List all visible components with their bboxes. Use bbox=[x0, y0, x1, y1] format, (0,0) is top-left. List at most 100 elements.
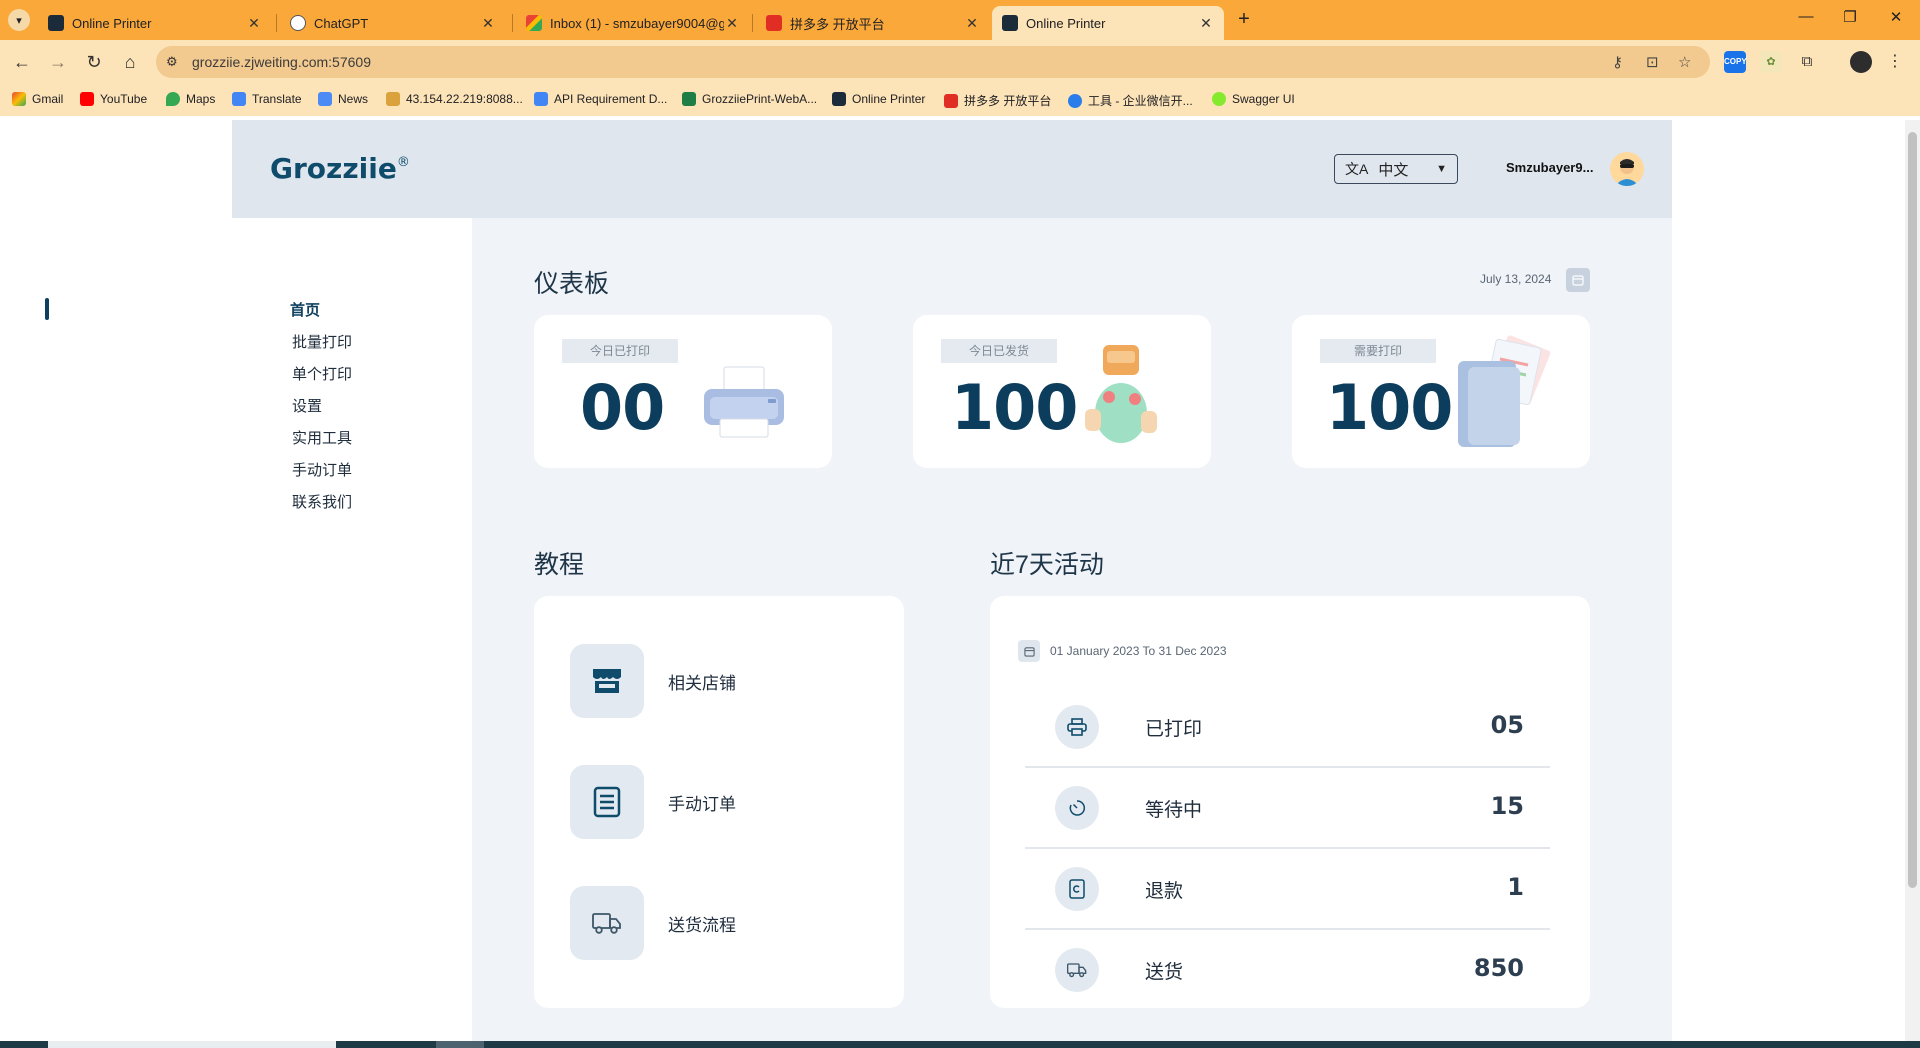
close-icon[interactable]: ✕ bbox=[246, 15, 262, 32]
bookmark-grozziieprint[interactable]: GrozziiePrint-WebA... bbox=[682, 92, 817, 106]
sidebar-item-contact[interactable]: 联系我们 bbox=[292, 491, 352, 512]
extensions-puzzle-icon[interactable]: ⧉ bbox=[1796, 51, 1818, 73]
close-icon[interactable]: ✕ bbox=[724, 15, 740, 32]
stat-label: 今日已打印 bbox=[562, 339, 678, 363]
user-name[interactable]: Smzubayer9... bbox=[1506, 160, 1593, 175]
folder-documents-illustration-icon bbox=[1458, 335, 1551, 447]
extension-icon[interactable]: ✿ bbox=[1760, 51, 1782, 73]
close-icon[interactable]: ✕ bbox=[964, 15, 980, 32]
gmail-favicon-icon bbox=[526, 15, 542, 31]
page-scrollbar-thumb[interactable] bbox=[1908, 132, 1917, 888]
activity-row-refund[interactable]: 退款 1 bbox=[1025, 849, 1550, 930]
pinduoduo-favicon-icon bbox=[766, 15, 782, 31]
taskbar-search-box[interactable] bbox=[48, 1041, 336, 1048]
tab-search-button[interactable]: ▾ bbox=[8, 9, 30, 31]
wecom-icon bbox=[1068, 93, 1082, 108]
forward-button[interactable]: → bbox=[46, 50, 70, 74]
maps-icon bbox=[166, 92, 180, 106]
bookmark-label: Gmail bbox=[32, 92, 64, 106]
bookmark-label: 拼多多 开放平台 bbox=[964, 94, 1052, 108]
close-icon[interactable]: ✕ bbox=[1198, 15, 1214, 32]
bookmarks-bar: Gmail YouTube Maps Translate News 43.154… bbox=[0, 84, 1920, 116]
stat-card-printed-today[interactable]: 今日已打印 00 bbox=[534, 315, 832, 468]
bookmark-news[interactable]: News bbox=[318, 92, 368, 106]
activity-card: 01 January 2023 To 31 Dec 2023 已打印 05 等待… bbox=[990, 596, 1590, 1008]
activity-label: 退款 bbox=[1145, 881, 1184, 902]
new-tab-button[interactable]: + bbox=[1232, 8, 1256, 32]
activity-row-waiting[interactable]: 等待中 15 bbox=[1025, 768, 1550, 849]
user-avatar-icon bbox=[1615, 159, 1639, 186]
browser-tab-chatgpt[interactable]: ChatGPT ✕ bbox=[280, 6, 506, 40]
sidebar-item-tools[interactable]: 实用工具 bbox=[292, 427, 352, 448]
tutorial-item-manual-order[interactable]: 手动订单 bbox=[570, 765, 736, 839]
url-text[interactable]: grozziie.zjweiting.com:57609 bbox=[192, 54, 371, 70]
sidebar-item-home[interactable]: 首页 bbox=[290, 299, 320, 320]
bookmark-label: 工具 - 企业微信开... bbox=[1088, 94, 1193, 108]
active-nav-indicator bbox=[45, 298, 49, 320]
bookmark-gmail[interactable]: Gmail bbox=[12, 92, 63, 106]
stat-value: 00 bbox=[580, 371, 665, 444]
activity-label: 已打印 bbox=[1145, 719, 1203, 740]
window-close-button[interactable]: ✕ bbox=[1876, 8, 1916, 32]
calendar-button[interactable] bbox=[1566, 268, 1590, 292]
taskbar-app-button[interactable] bbox=[436, 1041, 484, 1048]
profile-avatar-icon[interactable] bbox=[1850, 51, 1872, 73]
install-app-icon[interactable]: ⊡ bbox=[1646, 53, 1659, 71]
tab-title: Inbox (1) - smzubayer9004@gm bbox=[550, 15, 724, 31]
sidebar-item-settings[interactable]: 设置 bbox=[292, 395, 322, 416]
swagger-icon bbox=[1212, 92, 1226, 106]
brand-logo[interactable]: Grozziie® bbox=[270, 152, 410, 185]
browser-tab-online-printer-active[interactable]: Online Printer ✕ bbox=[992, 6, 1224, 40]
bookmark-label: Maps bbox=[186, 92, 216, 106]
bookmark-youtube[interactable]: YouTube bbox=[80, 92, 147, 106]
chevron-down-icon: ▼ bbox=[1436, 163, 1447, 175]
bookmark-maps[interactable]: Maps bbox=[166, 92, 215, 106]
tutorial-item-delivery-flow[interactable]: 送货流程 bbox=[570, 886, 736, 960]
docs-icon bbox=[534, 92, 548, 106]
bookmark-online-printer[interactable]: Online Printer bbox=[832, 92, 925, 106]
copy-extension-icon[interactable]: COPY bbox=[1724, 51, 1747, 73]
language-select[interactable]: 文A 中文 ▼ bbox=[1334, 154, 1458, 184]
activity-row-delivery[interactable]: 送货 850 bbox=[1025, 930, 1550, 1011]
bookmark-pinduoduo[interactable]: 拼多多 开放平台 bbox=[944, 92, 1051, 109]
minimize-button[interactable]: — bbox=[1786, 8, 1826, 32]
password-key-icon[interactable]: ⚷ bbox=[1612, 53, 1623, 71]
bookmark-wecom-tools[interactable]: 工具 - 企业微信开... bbox=[1068, 92, 1193, 109]
tutorial-item-stores[interactable]: 相关店铺 bbox=[570, 644, 736, 718]
site-info-icon[interactable]: ⚙ bbox=[166, 54, 178, 70]
browser-tab-pinduoduo[interactable]: 拼多多 开放平台 ✕ bbox=[756, 6, 990, 40]
browser-tab-gmail[interactable]: Inbox (1) - smzubayer9004@gm ✕ bbox=[516, 6, 750, 40]
close-icon[interactable]: ✕ bbox=[480, 15, 496, 32]
sidebar-item-manual-order[interactable]: 手动订单 bbox=[292, 459, 352, 480]
calendar-icon bbox=[1018, 640, 1040, 662]
stat-card-shipped-today[interactable]: 今日已发货 100 bbox=[913, 315, 1211, 468]
activity-date-range[interactable]: 01 January 2023 To 31 Dec 2023 bbox=[1018, 640, 1227, 662]
excel-icon bbox=[682, 92, 696, 106]
tab-title: 拼多多 开放平台 bbox=[790, 16, 885, 32]
bookmark-ip-address[interactable]: 43.154.22.219:8088... bbox=[386, 92, 523, 106]
reload-button[interactable]: ↻ bbox=[82, 50, 106, 74]
browser-tab-online-printer[interactable]: Online Printer ✕ bbox=[38, 6, 272, 40]
sidebar-item-single-print[interactable]: 单个打印 bbox=[292, 363, 352, 384]
home-button[interactable]: ⌂ bbox=[118, 50, 142, 74]
address-bar[interactable]: ⚙ grozziie.zjweiting.com:57609 ⚷ ⊡ ☆ bbox=[156, 46, 1710, 78]
bookmark-api-requirement[interactable]: API Requirement D... bbox=[534, 92, 667, 106]
bookmark-translate[interactable]: Translate bbox=[232, 92, 302, 106]
browser-menu-icon[interactable]: ⋮ bbox=[1884, 51, 1906, 73]
back-button[interactable]: ← bbox=[10, 50, 34, 74]
truck-icon-tile bbox=[570, 886, 644, 960]
bookmark-label: API Requirement D... bbox=[554, 92, 668, 106]
restore-button[interactable]: ❐ bbox=[1830, 8, 1870, 32]
react-favicon-icon bbox=[48, 15, 64, 31]
truck-icon bbox=[1055, 948, 1099, 992]
activity-row-printed[interactable]: 已打印 05 bbox=[1025, 687, 1550, 768]
avatar[interactable] bbox=[1610, 152, 1644, 186]
activity-title: 近7天活动 bbox=[990, 551, 1104, 579]
delivery-truck-illustration-icon bbox=[1085, 345, 1157, 443]
bookmark-star-icon[interactable]: ☆ bbox=[1678, 53, 1691, 71]
bookmark-label: News bbox=[338, 92, 369, 106]
sidebar-item-batch-print[interactable]: 批量打印 bbox=[292, 331, 352, 352]
bookmark-swagger[interactable]: Swagger UI bbox=[1212, 92, 1295, 106]
tab-title: Online Printer bbox=[1026, 15, 1106, 31]
stat-card-need-print[interactable]: 需要打印 100 bbox=[1292, 315, 1590, 468]
